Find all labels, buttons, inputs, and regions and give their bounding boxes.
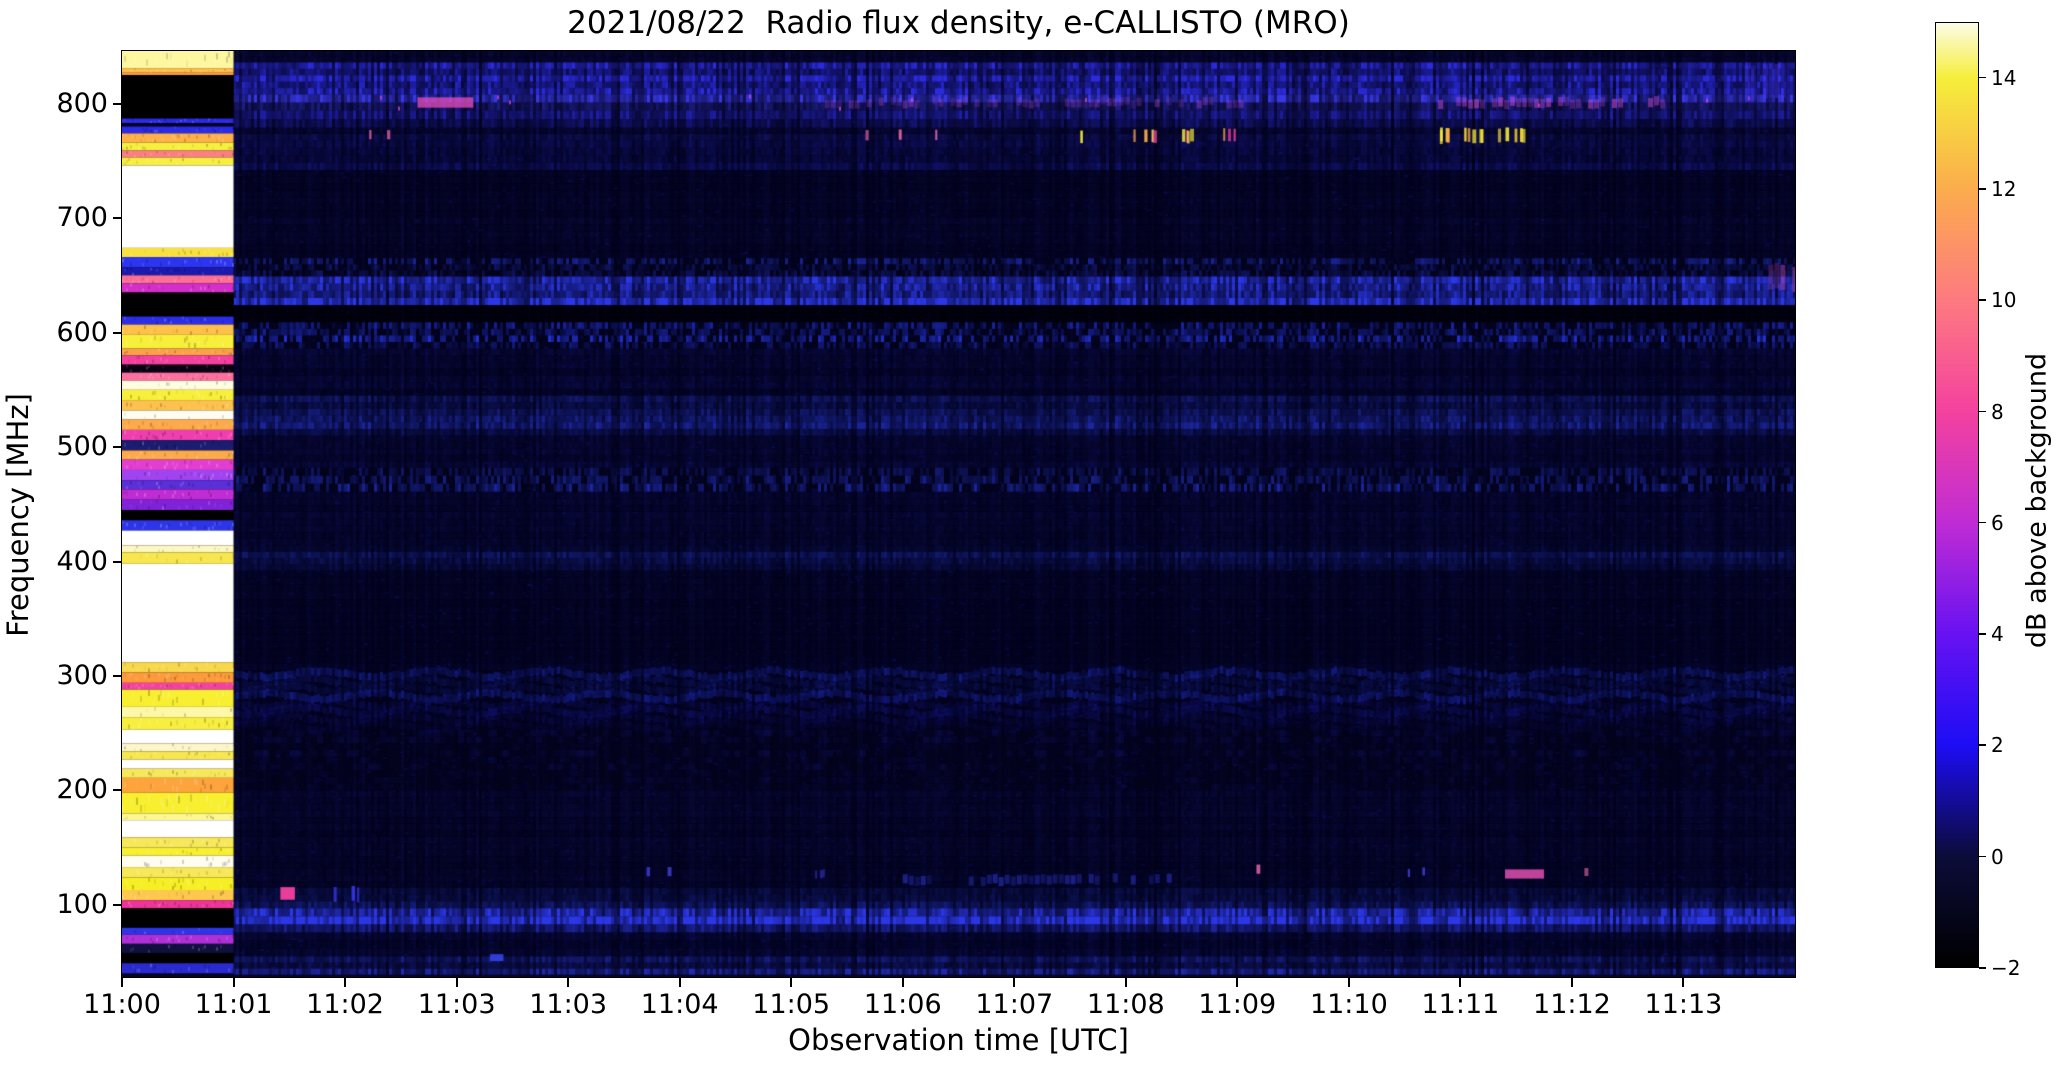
x-tick-label: 11:09 [1198,989,1277,1020]
x-tick-label: 11:02 [306,989,384,1020]
x-tick-label: 11:01 [194,989,273,1020]
x-tick-mark [901,978,904,987]
y-tick-label: 700 [56,202,108,234]
colorbar-tick-label: 8 [1991,399,2004,424]
colorbar-tick-label: −2 [1991,956,2021,980]
colorbar-tick-label: 12 [1991,176,2017,201]
x-tick-mark [1013,978,1016,987]
y-tick-mark [113,217,121,220]
chart-title: 2021/08/22 Radio flux density, e-CALLIST… [567,5,1350,41]
colorbar [1935,22,1979,968]
colorbar-tick-mark [1979,967,1986,969]
y-tick-label: 800 [56,87,108,119]
y-tick-mark [113,674,121,677]
x-tick-mark [567,978,570,987]
x-tick-label: 11:04 [640,989,719,1020]
x-tick-label: 11:08 [1086,989,1165,1020]
y-tick-mark [113,560,121,563]
x-tick-mark [455,978,458,987]
y-tick-label: 200 [56,774,108,806]
x-tick-mark [1347,978,1350,987]
x-tick-mark [678,978,681,987]
x-tick-label: 11:10 [1309,989,1388,1020]
x-axis-label: Observation time [UTC] [788,1023,1129,1057]
x-tick-label: 11:12 [1533,989,1611,1020]
colorbar-tick-label: 14 [1991,65,2017,90]
x-tick-label: 11:07 [975,989,1054,1020]
colorbar-tick-label: 6 [1991,510,2004,535]
colorbar-tick-label: 10 [1991,288,2017,313]
colorbar-tick-mark [1979,744,1986,746]
x-tick-label: 11:03 [529,989,608,1020]
x-tick-label: 11:06 [863,989,942,1020]
x-tick-mark [790,978,793,987]
x-tick-label: 11:00 [83,989,161,1020]
spectrogram-figure: 2021/08/22 Radio flux density, e-CALLIST… [0,0,2066,1067]
spectrogram-canvas [122,51,1795,977]
x-tick-mark [1459,978,1462,987]
colorbar-tick-mark [1979,410,1986,413]
y-tick-mark [113,789,121,792]
x-tick-label: 11:11 [1421,989,1500,1020]
colorbar-label: dB above background [2021,352,2053,649]
x-tick-mark [232,978,235,987]
colorbar-tick-mark [1979,633,1986,635]
x-tick-label: 11:05 [752,989,831,1020]
colorbar-tick-mark [1979,76,1986,79]
colorbar-tick-mark [1979,187,1986,190]
x-tick-label: 11:03 [417,989,496,1020]
x-tick-mark [1570,978,1573,987]
colorbar-tick-mark [1979,855,1986,858]
x-tick-mark [344,978,347,987]
y-tick-mark [113,331,121,334]
x-tick-mark [1124,978,1127,987]
colorbar-tick-mark [1979,521,1986,524]
y-tick-mark [113,102,121,105]
y-tick-mark [113,446,121,449]
x-tick-mark [121,978,123,987]
colorbar-tick-label: 2 [1991,733,2004,758]
colorbar-tick-mark [1979,299,1986,301]
x-tick-mark [1236,978,1239,987]
y-axis-label: Frequency [MHz] [1,393,35,637]
x-tick-label: 11:13 [1644,989,1723,1020]
x-tick-mark [1682,978,1685,987]
y-tick-label: 100 [56,888,108,920]
colorbar-tick-label: 4 [1991,622,2004,647]
colorbar-tick-label: 0 [1991,844,2004,869]
y-tick-mark [113,903,121,906]
